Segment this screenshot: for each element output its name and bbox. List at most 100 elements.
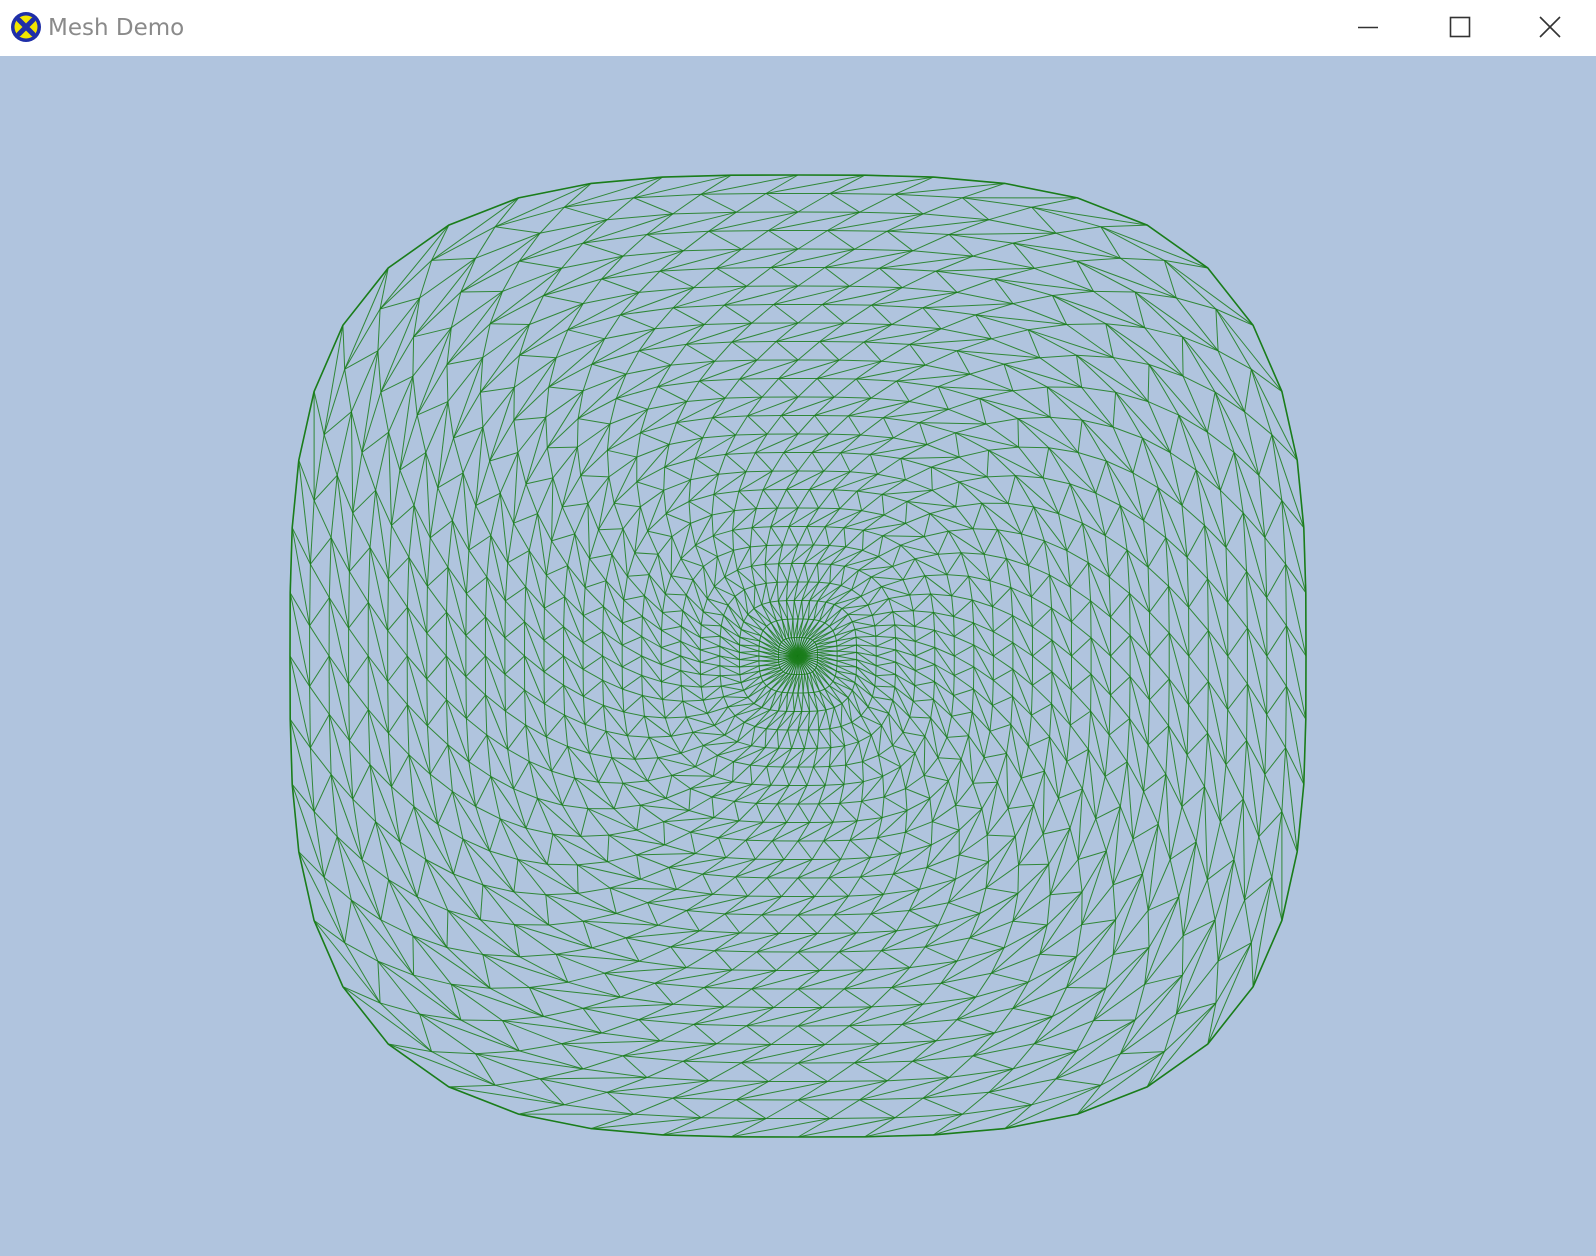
mesh-edge — [825, 526, 845, 529]
mesh-edge — [626, 937, 671, 948]
minimize-button[interactable] — [1322, 0, 1414, 56]
mesh-edge — [567, 533, 576, 566]
mesh-edge — [849, 839, 871, 858]
mesh-edge — [1031, 197, 1078, 208]
mesh-edge — [1233, 799, 1244, 860]
mesh-edge — [429, 520, 453, 539]
mesh-edge — [838, 341, 865, 361]
mesh-edge — [829, 582, 842, 586]
mesh-edge — [1030, 596, 1033, 627]
mesh-edge — [937, 554, 948, 575]
mesh-edge — [589, 752, 612, 759]
mesh-edge — [1050, 891, 1083, 896]
mesh-edge — [377, 960, 462, 1021]
mesh-edge — [1014, 804, 1035, 837]
mesh-edge — [1014, 836, 1020, 865]
mesh-edge — [1105, 323, 1114, 358]
mesh-edge — [955, 804, 982, 810]
mesh-edge — [348, 627, 369, 657]
mesh-edge — [348, 512, 354, 572]
mesh-edge — [992, 606, 994, 632]
mesh-edge — [330, 537, 350, 572]
mesh-edge — [413, 257, 476, 338]
mesh-edge — [948, 234, 974, 257]
mesh-edge — [896, 380, 910, 402]
mesh-edge — [878, 556, 893, 567]
mesh-edge — [793, 692, 799, 712]
mesh-edge — [1071, 600, 1091, 623]
mesh-edge — [431, 1051, 496, 1086]
close-button[interactable] — [1504, 0, 1596, 56]
mesh-edge — [1008, 804, 1034, 810]
mesh-edge — [797, 766, 808, 786]
mesh-edge — [352, 799, 363, 860]
mesh-edge — [1115, 391, 1171, 453]
mesh-edge — [688, 788, 691, 811]
mesh-edge — [912, 234, 950, 252]
mesh-edge — [769, 691, 777, 711]
mesh-edge — [825, 709, 831, 729]
mesh-edge — [708, 1062, 742, 1082]
mesh-edge — [874, 685, 895, 688]
mesh-edge — [1115, 873, 1143, 920]
mesh-edge — [1233, 452, 1244, 513]
mesh-edge — [985, 836, 1016, 889]
mesh-edge — [775, 341, 799, 361]
mesh-edge — [900, 832, 906, 854]
mesh-edge — [507, 562, 527, 588]
mesh-edge — [690, 514, 713, 524]
mesh-edge — [700, 665, 721, 675]
maximize-button[interactable] — [1414, 0, 1506, 56]
mesh-edge — [545, 417, 548, 448]
mesh-edge — [922, 982, 942, 1005]
mesh-edge — [797, 378, 818, 398]
mesh-edge — [934, 664, 955, 696]
mesh-edge — [686, 380, 700, 402]
mesh-edge — [1055, 226, 1101, 234]
mesh-edge — [574, 503, 589, 535]
mesh-edge — [813, 544, 830, 546]
mesh-edge — [713, 556, 718, 587]
mesh-edge — [519, 260, 562, 269]
mesh-edge — [875, 635, 896, 639]
mesh-edge — [953, 599, 973, 617]
mesh-edge — [993, 655, 1014, 670]
mesh-edge — [700, 611, 704, 625]
mesh-edge — [871, 304, 893, 325]
mesh-edge — [352, 764, 371, 800]
mesh-edge — [545, 894, 584, 922]
mesh-edge — [869, 837, 878, 858]
mesh-edge — [1214, 919, 1219, 962]
mesh-edge — [688, 796, 713, 811]
mesh-edge — [985, 418, 1018, 425]
mesh-edge — [951, 575, 969, 597]
mesh-edge — [861, 801, 883, 818]
mesh-edge — [940, 982, 976, 998]
title-bar[interactable]: Mesh Demo — [0, 0, 1596, 56]
mesh-edge — [984, 752, 1007, 759]
mesh-edge — [616, 386, 658, 399]
mesh-edge — [504, 673, 525, 691]
mesh-edge — [426, 537, 431, 587]
mesh-edge — [665, 513, 673, 537]
mesh-edge — [851, 621, 856, 630]
mesh-edge — [1219, 452, 1235, 491]
mesh-edge — [895, 674, 914, 702]
mesh-edge — [1066, 725, 1071, 762]
canvas-area[interactable] — [0, 56, 1596, 1256]
mesh-edge — [682, 610, 701, 638]
mesh-edge — [894, 624, 915, 627]
mesh-edge — [817, 600, 827, 603]
mesh-edge — [1066, 323, 1106, 325]
mesh-edge — [840, 839, 851, 860]
mesh-edge — [786, 489, 799, 509]
mesh-edge — [614, 502, 641, 508]
mesh-edge — [1042, 477, 1059, 514]
mesh-edge — [929, 506, 956, 515]
mesh-edge — [900, 766, 906, 789]
mesh-edge — [627, 575, 645, 597]
mesh-edge — [1090, 600, 1092, 638]
mesh-edge — [1095, 818, 1107, 852]
mesh-edge — [544, 607, 564, 628]
mesh-edge — [909, 716, 931, 719]
